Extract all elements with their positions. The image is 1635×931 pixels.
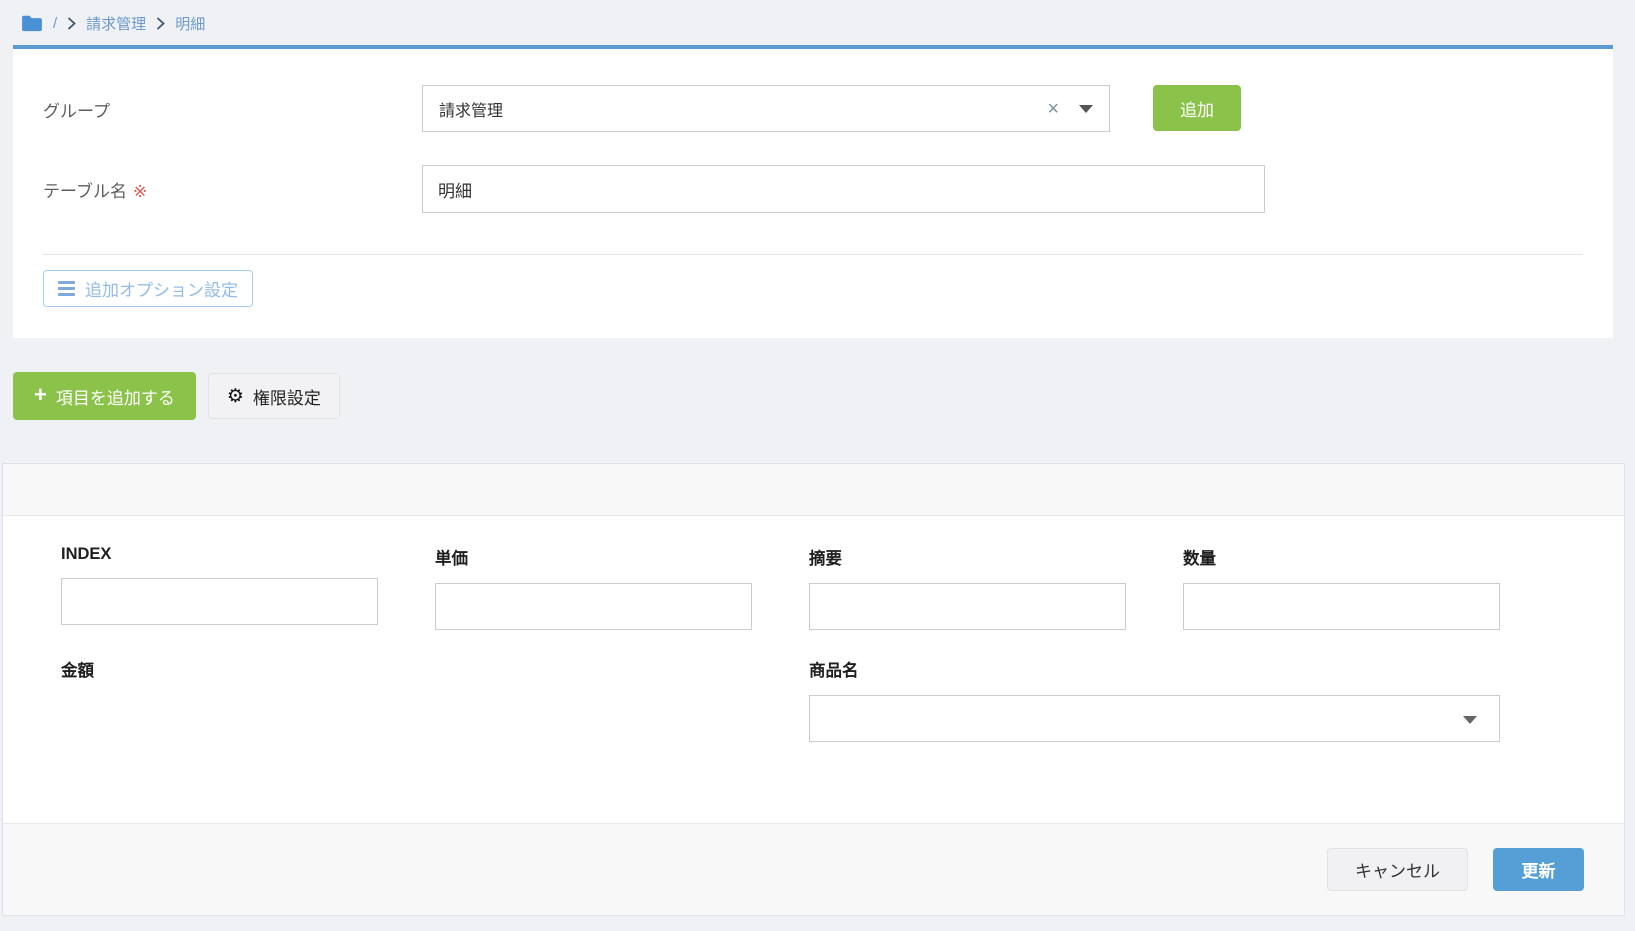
- field-summary-input[interactable]: [809, 583, 1126, 630]
- table-name-label-text: テーブル名: [43, 182, 127, 201]
- field-index-input[interactable]: [61, 578, 378, 625]
- field-amount: 金額: [61, 657, 378, 742]
- caret-down-icon: [1463, 716, 1477, 724]
- group-row: グループ 請求管理 × 追加: [43, 85, 1583, 132]
- field-unit-price-input[interactable]: [435, 583, 752, 630]
- panel-divider: [43, 254, 1583, 255]
- field-unit-price: 単価: [435, 545, 752, 630]
- field-index-label: INDEX: [61, 545, 378, 564]
- field-index: INDEX: [61, 545, 378, 630]
- field-quantity: 数量: [1183, 545, 1500, 630]
- extra-options-button[interactable]: 追加オプション設定: [43, 270, 253, 307]
- breadcrumb-item-group[interactable]: 請求管理: [86, 13, 146, 34]
- extra-options-label: 追加オプション設定: [85, 276, 238, 301]
- table-name-label: テーブル名 ※: [43, 165, 422, 202]
- group-label: グループ: [43, 85, 422, 122]
- field-unit-price-label: 単価: [435, 545, 752, 569]
- table-name-row: テーブル名 ※: [43, 165, 1583, 213]
- hamburger-icon: [58, 281, 75, 296]
- breadcrumb-item-page[interactable]: 明細: [175, 13, 205, 34]
- breadcrumb-root[interactable]: /: [53, 15, 57, 32]
- permissions-button[interactable]: ⚙ 権限設定: [208, 373, 340, 419]
- add-field-label: 項目を追加する: [56, 384, 175, 409]
- field-summary: 摘要: [809, 545, 1126, 630]
- chevron-right-icon: [67, 17, 76, 30]
- field-quantity-label: 数量: [1183, 545, 1500, 569]
- fields-row-1: INDEX 単価 摘要 数量: [61, 545, 1566, 630]
- breadcrumb: / 請求管理 明細: [21, 10, 205, 36]
- cancel-button[interactable]: キャンセル: [1327, 848, 1468, 891]
- folder-icon[interactable]: [21, 14, 43, 32]
- plus-icon: +: [34, 384, 47, 406]
- fields-panel-footer: キャンセル 更新: [3, 823, 1624, 915]
- field-summary-label: 摘要: [809, 545, 1126, 569]
- table-name-input[interactable]: [422, 165, 1265, 213]
- caret-down-icon[interactable]: [1079, 105, 1093, 113]
- permissions-label: 権限設定: [253, 384, 321, 409]
- clear-selection-icon[interactable]: ×: [1047, 99, 1059, 119]
- add-field-button[interactable]: + 項目を追加する: [13, 372, 196, 420]
- fields-panel-body: INDEX 単価 摘要 数量 金額 商品名: [3, 516, 1624, 823]
- group-select-value: 請求管理: [439, 97, 1047, 121]
- required-mark: ※: [133, 182, 147, 201]
- chevron-right-icon: [156, 17, 165, 30]
- toolbar: + 項目を追加する ⚙ 権限設定: [13, 372, 340, 420]
- table-settings-panel: グループ 請求管理 × 追加 テーブル名 ※ 追加オプション設定: [13, 45, 1613, 338]
- fields-row-2: 金額 商品名: [61, 657, 1566, 742]
- fields-panel-header: [3, 464, 1624, 516]
- add-group-button[interactable]: 追加: [1153, 85, 1241, 131]
- gear-icon: ⚙: [227, 387, 244, 406]
- fields-panel: INDEX 単価 摘要 数量 金額 商品名: [2, 463, 1625, 916]
- field-quantity-input[interactable]: [1183, 583, 1500, 630]
- product-name-select[interactable]: [809, 695, 1500, 742]
- update-button[interactable]: 更新: [1493, 848, 1584, 891]
- field-product-name-label: 商品名: [809, 657, 1500, 681]
- group-select[interactable]: 請求管理 ×: [422, 85, 1110, 132]
- field-amount-label: 金額: [61, 657, 378, 681]
- field-product-name: 商品名: [809, 657, 1500, 742]
